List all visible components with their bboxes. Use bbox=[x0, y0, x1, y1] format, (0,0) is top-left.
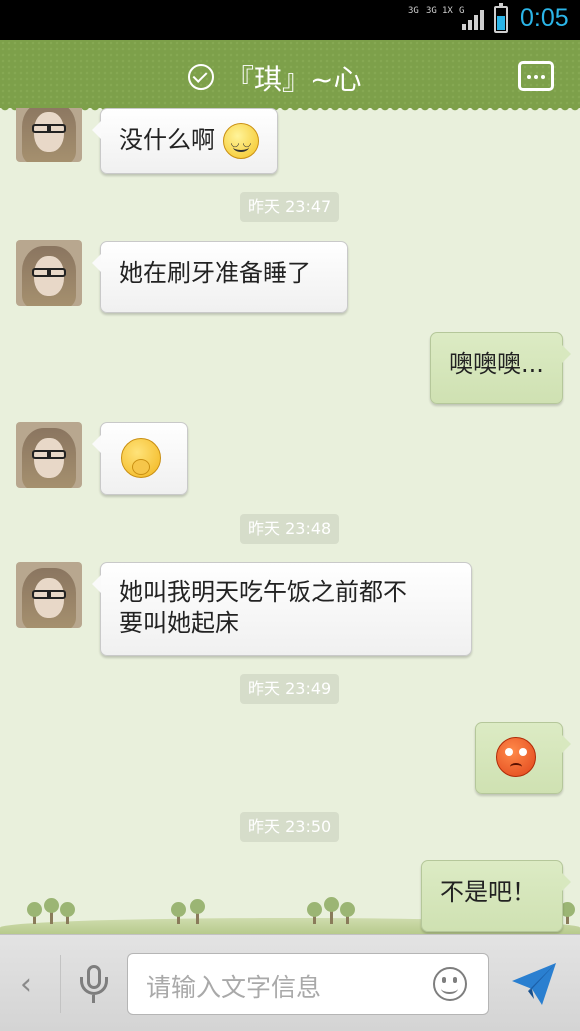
timestamp: 昨天 23:50 bbox=[240, 812, 340, 842]
contact-avatar[interactable] bbox=[16, 562, 82, 628]
network-label: 1X bbox=[442, 6, 453, 16]
contact-avatar[interactable] bbox=[16, 240, 82, 306]
check-circle-icon bbox=[188, 64, 214, 90]
angry-emoji-icon bbox=[496, 737, 536, 777]
contact-avatar[interactable] bbox=[16, 108, 82, 162]
signal-icon bbox=[462, 10, 484, 30]
status-bar: 3G 3G 1X G 0:05 bbox=[0, 0, 580, 40]
chevron-left-icon[interactable]: ‹ bbox=[20, 967, 32, 1002]
smile-emoji-icon bbox=[222, 123, 259, 160]
timestamp: 昨天 23:47 bbox=[240, 192, 340, 222]
network-label: 3G bbox=[426, 6, 437, 16]
message-text-line: 她叫我明天吃午饭之前都不 bbox=[119, 578, 407, 606]
emoji-smiley-icon[interactable] bbox=[433, 967, 467, 1001]
message-bubble[interactable]: 她叫我明天吃午饭之前都不 要叫她起床 bbox=[92, 562, 472, 656]
message-text: 噢噢噢... bbox=[449, 350, 544, 378]
message-bubble[interactable] bbox=[92, 422, 188, 495]
send-icon[interactable] bbox=[510, 961, 558, 1007]
divider bbox=[60, 955, 61, 1013]
shy-emoji-icon bbox=[121, 438, 161, 478]
message-bubble[interactable]: 没什么啊 bbox=[92, 108, 278, 174]
contact-name[interactable]: 『琪』~心 bbox=[226, 58, 361, 98]
my-message-bubble[interactable]: 噢噢噢... bbox=[430, 332, 571, 404]
chat-header: 『琪』~心 bbox=[0, 40, 580, 114]
my-message-bubble[interactable]: 不是吧！ bbox=[421, 860, 571, 932]
message-list[interactable]: 没什么啊 昨天 23:47 她在刷牙准备睡了 噢噢噢... 昨天 23:48 她… bbox=[0, 108, 580, 934]
input-bar: ‹ 请输入文字信息 bbox=[0, 934, 580, 1031]
contact-avatar[interactable] bbox=[16, 422, 82, 488]
more-options-button[interactable] bbox=[518, 61, 554, 91]
status-clock: 0:05 bbox=[520, 4, 569, 32]
network-label: 3G bbox=[408, 6, 419, 16]
message-text: 她在刷牙准备睡了 bbox=[119, 259, 311, 287]
battery-icon bbox=[494, 3, 508, 33]
my-message-bubble[interactable] bbox=[475, 722, 571, 794]
microphone-icon[interactable] bbox=[80, 965, 108, 1005]
timestamp: 昨天 23:49 bbox=[240, 674, 340, 704]
message-bubble[interactable]: 她在刷牙准备睡了 bbox=[92, 241, 348, 313]
message-text-line: 要叫她起床 bbox=[119, 609, 239, 637]
message-text: 没什么啊 bbox=[119, 126, 215, 154]
timestamp: 昨天 23:48 bbox=[240, 514, 340, 544]
message-text: 不是吧！ bbox=[440, 878, 536, 906]
